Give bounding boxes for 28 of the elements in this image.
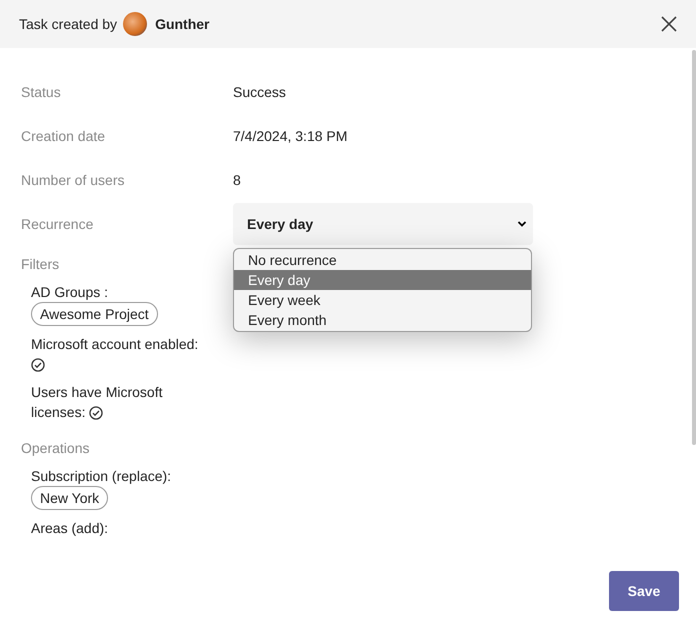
header-text: Task created by (19, 16, 118, 32)
field-label: Status (21, 84, 62, 100)
filter-label: AD Groups : (31, 283, 108, 302)
field-value: 8 (233, 172, 242, 188)
dropdown-option[interactable]: Every week (234, 290, 531, 310)
chevron-down-icon (517, 220, 527, 228)
tag: New York (31, 486, 108, 510)
field-label: Recurrence (21, 216, 94, 232)
avatar-icon (123, 12, 148, 36)
filter-label: Users have Microsoft licenses: (31, 383, 164, 422)
filter-label: Areas (add): (31, 519, 108, 538)
dropdown-option[interactable]: No recurrence (234, 250, 531, 270)
field-value: Success (233, 84, 287, 100)
filter-label: Microsoft account enabled: (31, 334, 207, 374)
section-title: Filters (21, 256, 60, 272)
recurrence-select[interactable]: Every day (233, 203, 533, 245)
section-title: Operations (21, 440, 90, 456)
field-label: Number of users (21, 172, 126, 188)
dropdown-option[interactable]: Every day (234, 270, 531, 290)
filter-label: Subscription (replace): (31, 467, 172, 486)
user-name: Gunther (155, 16, 210, 32)
close-button[interactable] (659, 14, 679, 34)
scrollbar[interactable] (692, 50, 696, 445)
field-value: 7/4/2024, 3:18 PM (233, 128, 348, 144)
dropdown-option[interactable]: Every month (234, 310, 531, 330)
save-button[interactable]: Save (609, 571, 679, 611)
tag: Awesome Project (31, 302, 158, 326)
field-label: Creation date (21, 128, 106, 144)
